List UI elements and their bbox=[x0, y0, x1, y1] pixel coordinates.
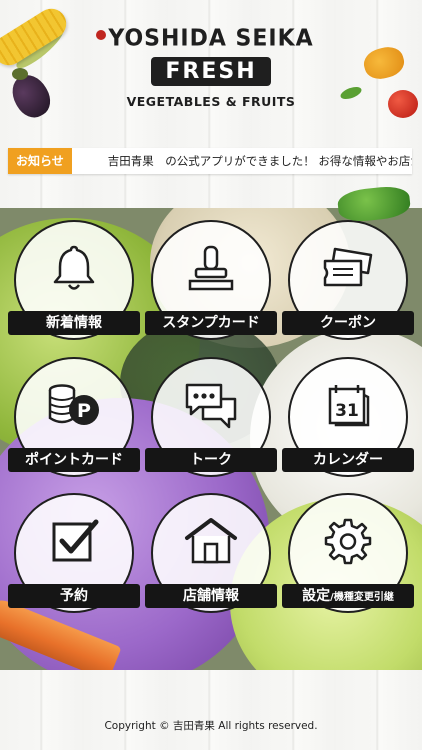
notice-ticker[interactable]: お知らせ 吉田青果 の公式アプリができました！ お得な情報やお店からのお知らせ bbox=[8, 148, 412, 174]
menu-label: 店舗情報 bbox=[145, 584, 277, 608]
coins-icon: P bbox=[44, 379, 104, 431]
menu-news-button[interactable]: 新着情報 bbox=[6, 220, 142, 350]
stamp-icon bbox=[181, 242, 241, 294]
notice-text[interactable]: 吉田青果 の公式アプリができました！ お得な情報やお店からのお知らせ bbox=[72, 153, 412, 169]
brand-fresh-badge: FRESH bbox=[151, 57, 271, 86]
header: YOSHIDA SEIKA FRESH VEGETABLES & FRUITS bbox=[0, 0, 422, 145]
menu-label: スタンプカード bbox=[145, 311, 277, 335]
menu-point-card-button[interactable]: P ポイントカード bbox=[6, 357, 142, 487]
notice-badge: お知らせ bbox=[8, 148, 72, 174]
brand-logo: YOSHIDA SEIKA FRESH VEGETABLES & FRUITS bbox=[0, 25, 422, 109]
footer-copyright: Copyright © 吉田青果 All rights reserved. bbox=[104, 720, 318, 732]
menu-reservation-button[interactable]: 予約 bbox=[6, 493, 142, 623]
menu-label: 予約 bbox=[8, 584, 140, 608]
gear-icon bbox=[318, 515, 378, 567]
menu-stamp-card-button[interactable]: スタンプカード bbox=[143, 220, 279, 350]
brand-name: YOSHIDA SEIKA bbox=[108, 25, 314, 52]
house-icon bbox=[181, 515, 241, 567]
menu-label-main: 設定 bbox=[302, 588, 331, 604]
chat-bubbles-icon bbox=[181, 379, 241, 431]
bell-icon bbox=[44, 242, 104, 294]
menu-label: 設定/機種変更引継 bbox=[282, 584, 414, 608]
checkbox-icon bbox=[44, 515, 104, 567]
calendar-icon: 31 bbox=[318, 379, 378, 431]
brand-tagline: VEGETABLES & FRUITS bbox=[126, 94, 296, 109]
menu-talk-button[interactable]: トーク bbox=[143, 357, 279, 487]
point-symbol: P bbox=[77, 400, 91, 422]
menu-label: クーポン bbox=[282, 311, 414, 335]
menu-store-info-button[interactable]: 店舗情報 bbox=[143, 493, 279, 623]
menu-label: 新着情報 bbox=[8, 311, 140, 335]
menu-label: ポイントカード bbox=[8, 448, 140, 472]
menu-label: カレンダー bbox=[282, 448, 414, 472]
menu-label: トーク bbox=[145, 448, 277, 472]
coupon-icon bbox=[318, 242, 378, 294]
calendar-day: 31 bbox=[335, 401, 359, 421]
menu-coupon-button[interactable]: クーポン bbox=[280, 220, 416, 350]
menu-label-sub: /機種変更引継 bbox=[330, 592, 394, 603]
menu-calendar-button[interactable]: 31 カレンダー bbox=[280, 357, 416, 487]
menu-settings-button[interactable]: 設定/機種変更引継 bbox=[280, 493, 416, 623]
